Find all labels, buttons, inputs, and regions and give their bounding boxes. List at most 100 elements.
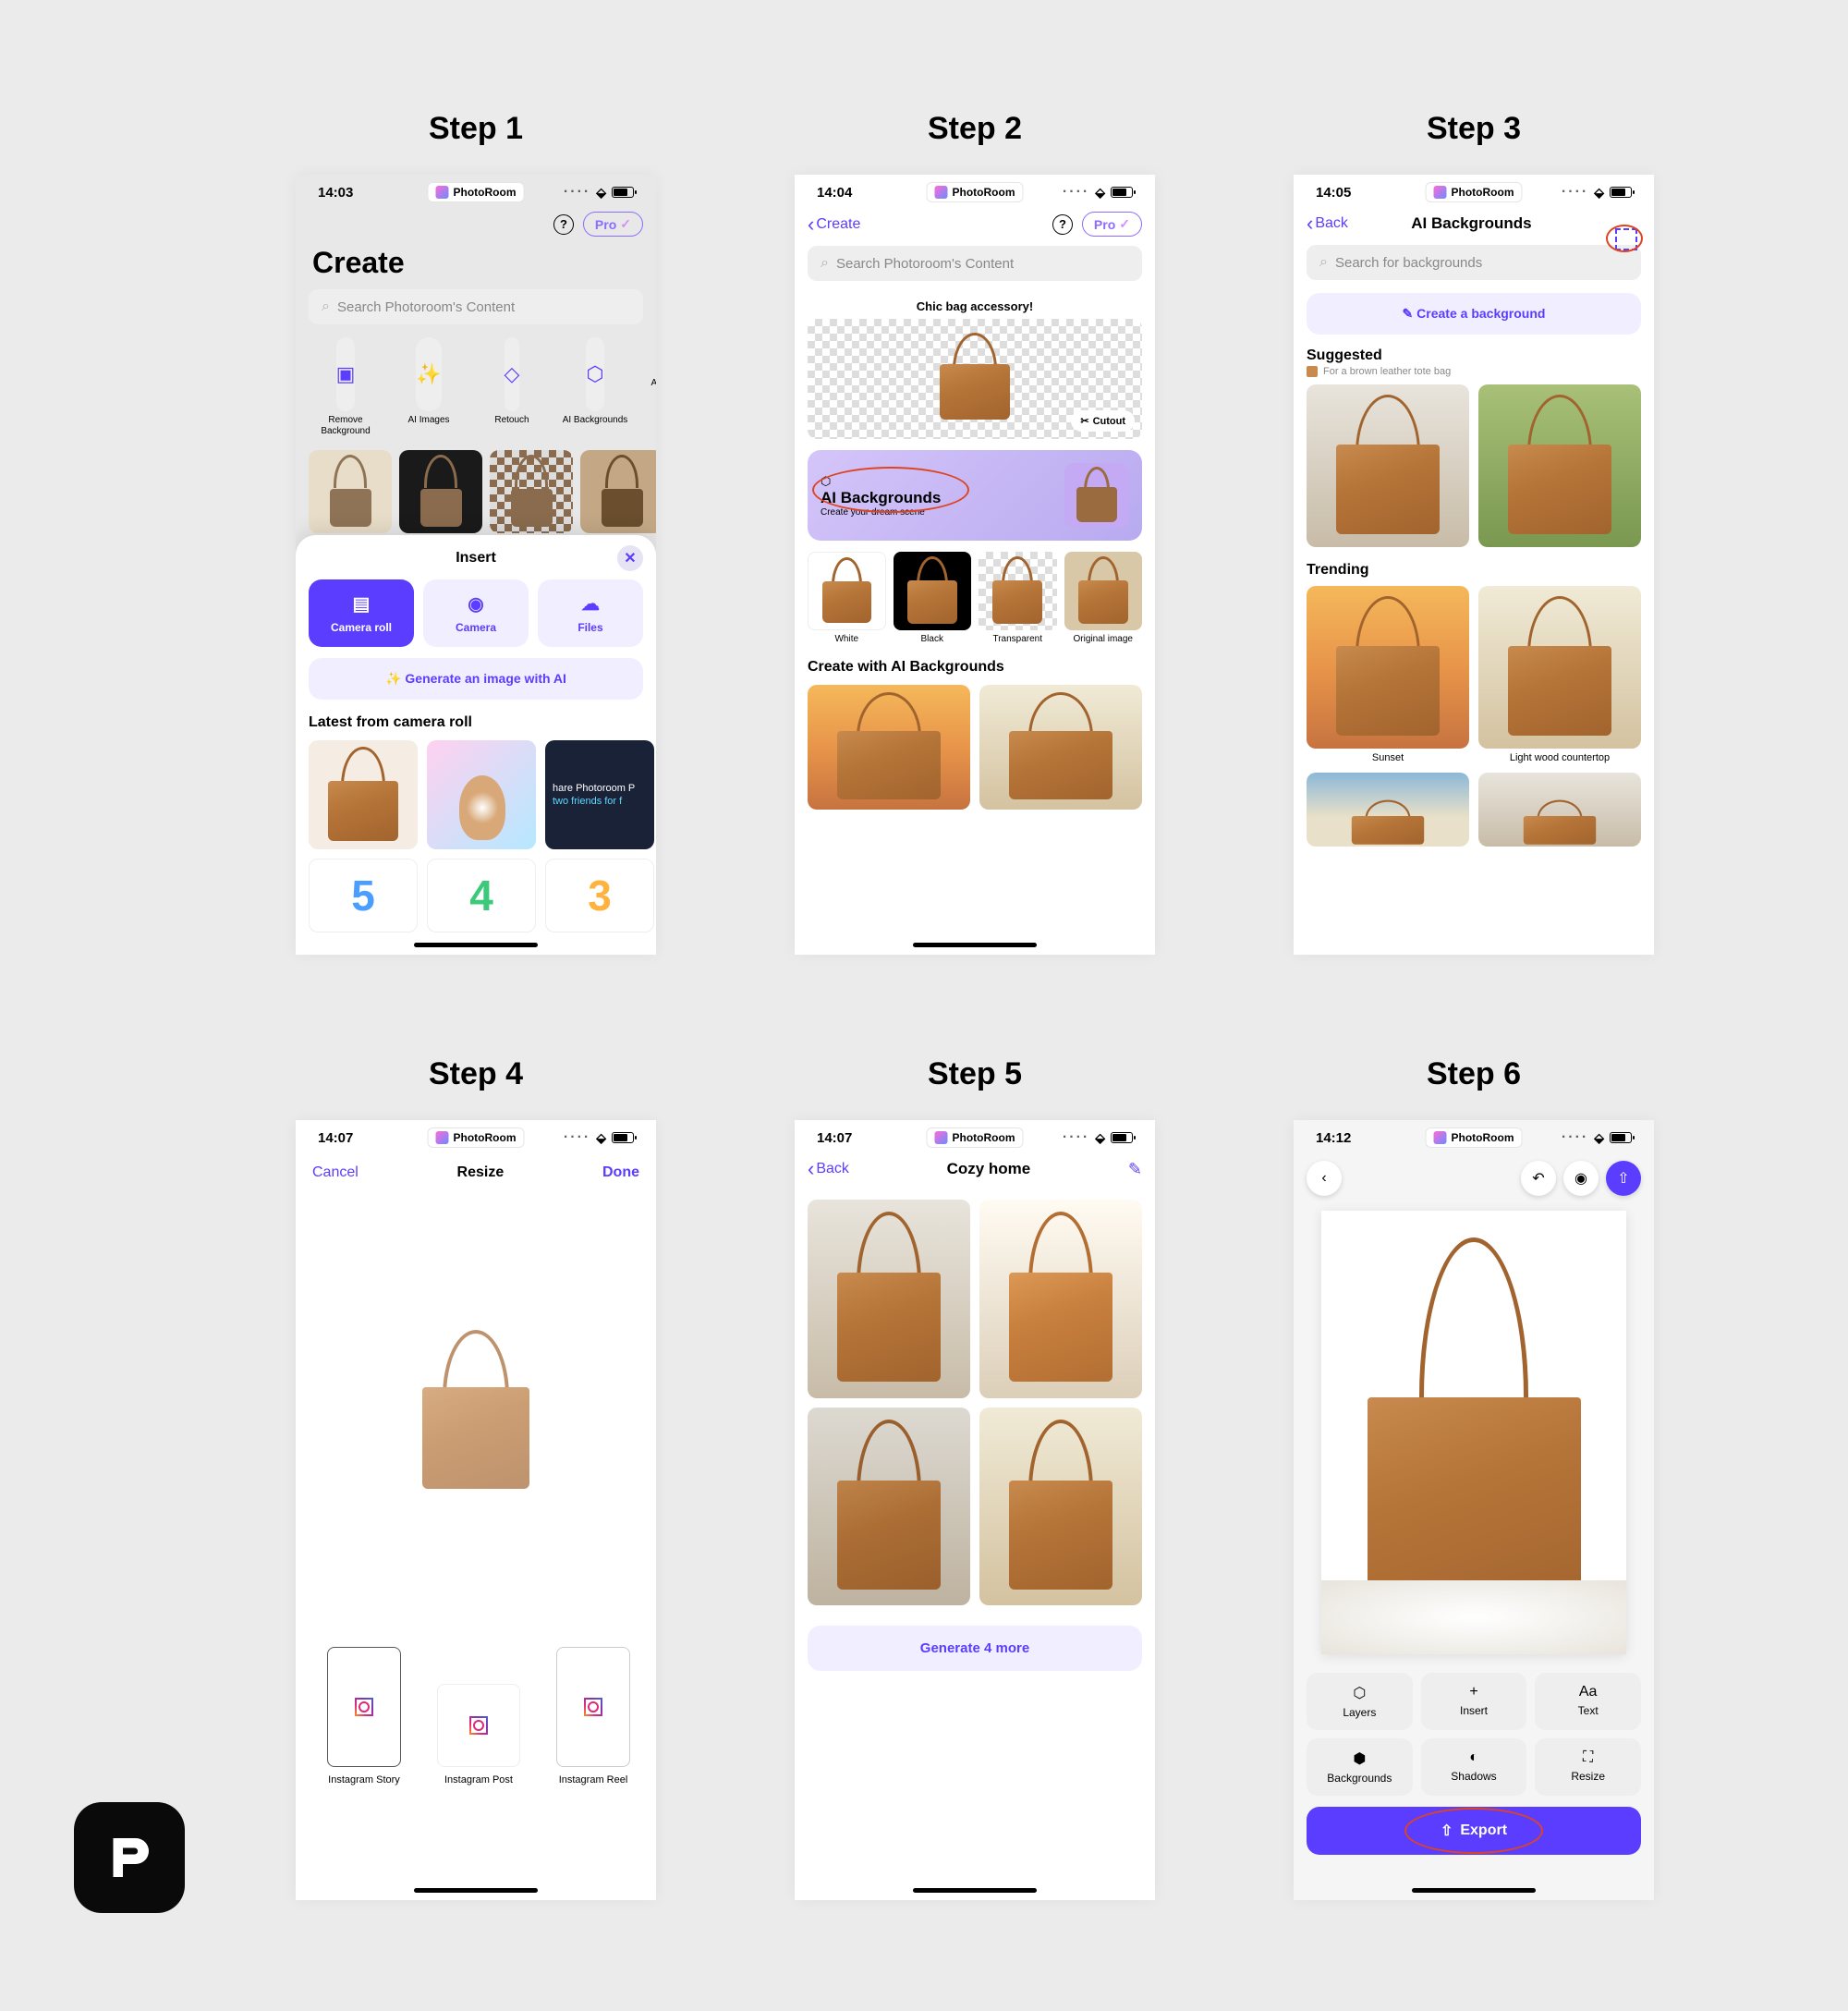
- tool-resize[interactable]: ⛶Resize: [1535, 1738, 1641, 1796]
- home-indicator: [414, 943, 538, 947]
- tool-layers[interactable]: ⬡Layers: [1307, 1673, 1413, 1730]
- back-button[interactable]: ‹Back: [808, 1157, 849, 1181]
- variant-original[interactable]: [1064, 552, 1143, 630]
- close-icon[interactable]: ✕: [617, 545, 643, 571]
- section-latest: Latest from camera roll: [309, 714, 643, 740]
- phone-screen-2: 14:04 PhotoRoom ····⬙ ‹Create ? Pro✓ ⌕ S…: [795, 175, 1155, 955]
- bg-tile[interactable]: [808, 685, 970, 810]
- chevron-left-icon: ‹: [1321, 1170, 1326, 1187]
- help-icon[interactable]: ?: [553, 214, 574, 235]
- photoroom-logo: [74, 1802, 185, 1913]
- bag-icon: [1307, 366, 1318, 377]
- wifi-icon: ⬙: [1594, 1130, 1604, 1146]
- preset-instagram-reel[interactable]: [556, 1647, 630, 1767]
- chevron-left-icon: ‹: [808, 1157, 814, 1181]
- edit-icon[interactable]: ✎: [1128, 1160, 1142, 1179]
- bg-tile[interactable]: [1478, 773, 1641, 847]
- text-icon: Aa: [1579, 1684, 1598, 1700]
- cutout-button[interactable]: ✂Cutout: [1071, 410, 1135, 432]
- instagram-icon: [469, 1716, 488, 1735]
- bg-tile[interactable]: [1307, 384, 1469, 547]
- camera-icon: ◉: [468, 592, 483, 615]
- chevron-left-icon: ‹: [808, 213, 814, 237]
- annotation-circle: [1606, 225, 1643, 252]
- variant-transparent[interactable]: [979, 552, 1057, 630]
- back-button[interactable]: ‹Back: [1307, 212, 1348, 236]
- share-button[interactable]: ⇧: [1606, 1161, 1641, 1196]
- search-input[interactable]: ⌕ Search for backgrounds: [1307, 245, 1641, 280]
- status-time: 14:07: [318, 1130, 353, 1146]
- undo-button[interactable]: ↶: [1521, 1161, 1556, 1196]
- template-thumb[interactable]: [309, 450, 392, 533]
- variant-black[interactable]: [894, 552, 972, 630]
- eye-icon: ◉: [1574, 1169, 1587, 1188]
- pro-badge[interactable]: Pro✓: [583, 212, 643, 237]
- ai-backgrounds-card[interactable]: ⬡ AI Backgrounds Create your dream scene: [808, 450, 1142, 541]
- result-tile[interactable]: [808, 1408, 970, 1606]
- source-files[interactable]: ☁Files: [538, 579, 643, 647]
- wifi-icon: ⬙: [596, 1130, 606, 1146]
- sheet-title: Insert: [456, 550, 496, 567]
- variant-white[interactable]: [808, 552, 886, 630]
- done-button[interactable]: Done: [602, 1164, 639, 1181]
- create-background-button[interactable]: ✎ Create a background: [1307, 293, 1641, 335]
- source-camera-roll[interactable]: ▤Camera roll: [309, 579, 414, 647]
- camera-roll-item[interactable]: 4: [427, 859, 536, 932]
- status-bar: 14:05 PhotoRoom ····⬙: [1294, 175, 1654, 206]
- camera-roll-item[interactable]: 5: [309, 859, 418, 932]
- tool-ai-images[interactable]: ✨: [416, 337, 441, 411]
- pro-badge[interactable]: Pro✓: [1082, 212, 1142, 237]
- phone-screen-5: 14:07 PhotoRoom ····⬙ ‹Back Cozy home ✎ …: [795, 1120, 1155, 1900]
- tool-retouch[interactable]: ◇: [505, 337, 520, 411]
- preset-instagram-post[interactable]: [437, 1684, 520, 1767]
- bg-tile[interactable]: [1307, 773, 1469, 847]
- back-button[interactable]: ‹Create: [808, 213, 860, 237]
- tool-ai-backgrounds[interactable]: ⬡: [586, 337, 603, 411]
- retouch-icon: ◇: [505, 362, 520, 386]
- tool-backgrounds[interactable]: ⬢Backgrounds: [1307, 1738, 1413, 1796]
- bg-tile-wood[interactable]: [1478, 586, 1641, 749]
- camera-roll-item[interactable]: [309, 740, 418, 849]
- hero-preview[interactable]: ✂Cutout: [808, 319, 1142, 439]
- source-camera[interactable]: ◉Camera: [423, 579, 529, 647]
- tool-shadows[interactable]: ◐Shadows: [1421, 1738, 1527, 1796]
- bg-tile[interactable]: [1478, 384, 1641, 547]
- tool-insert[interactable]: +Insert: [1421, 1673, 1527, 1730]
- resize-canvas[interactable]: [351, 1213, 601, 1610]
- ai-bg-icon: ⬡: [586, 362, 603, 386]
- export-button[interactable]: ⇧ Export: [1307, 1807, 1641, 1855]
- preview-button[interactable]: ◉: [1563, 1161, 1599, 1196]
- status-bar: 14:04 PhotoRoom ····⬙: [795, 175, 1155, 206]
- generate-more-button[interactable]: Generate 4 more: [808, 1626, 1142, 1671]
- camera-roll-item[interactable]: [427, 740, 536, 849]
- help-icon[interactable]: ?: [1052, 214, 1073, 235]
- search-input[interactable]: ⌕ Search Photoroom's Content: [808, 246, 1142, 281]
- generate-ai-button[interactable]: ✨ Generate an image with AI: [309, 658, 643, 700]
- search-icon: ⌕: [1319, 254, 1328, 271]
- template-thumb[interactable]: [580, 450, 656, 533]
- camera-roll-item[interactable]: 3: [545, 859, 654, 932]
- camera-roll-item[interactable]: hare Photoroom Ptwo friends for f: [545, 740, 654, 849]
- tool-remove-background[interactable]: ▣: [336, 337, 356, 411]
- result-tile[interactable]: [979, 1200, 1142, 1398]
- search-input[interactable]: ⌕ Search Photoroom's Content: [309, 289, 643, 324]
- bg-tile-sunset[interactable]: [1307, 586, 1469, 749]
- home-indicator: [414, 1888, 538, 1893]
- sparkle-icon: ✨: [385, 671, 405, 686]
- result-tile[interactable]: [808, 1200, 970, 1398]
- page-title: Cozy home: [947, 1160, 1031, 1178]
- template-thumb[interactable]: [490, 450, 573, 533]
- editor-canvas[interactable]: [1321, 1211, 1626, 1654]
- tool-text[interactable]: AaText: [1535, 1673, 1641, 1730]
- back-button[interactable]: ‹: [1307, 1161, 1342, 1196]
- search-icon: ⌕: [322, 299, 330, 315]
- step-label: Step 1: [429, 111, 523, 147]
- bg-tile[interactable]: [979, 685, 1142, 810]
- result-tile[interactable]: [979, 1408, 1142, 1606]
- home-indicator: [913, 943, 1037, 947]
- template-thumb[interactable]: [399, 450, 482, 533]
- preset-instagram-story[interactable]: [327, 1647, 401, 1767]
- shadows-icon: ◐: [1469, 1749, 1478, 1766]
- cancel-button[interactable]: Cancel: [312, 1164, 359, 1181]
- status-time: 14:03: [318, 185, 353, 201]
